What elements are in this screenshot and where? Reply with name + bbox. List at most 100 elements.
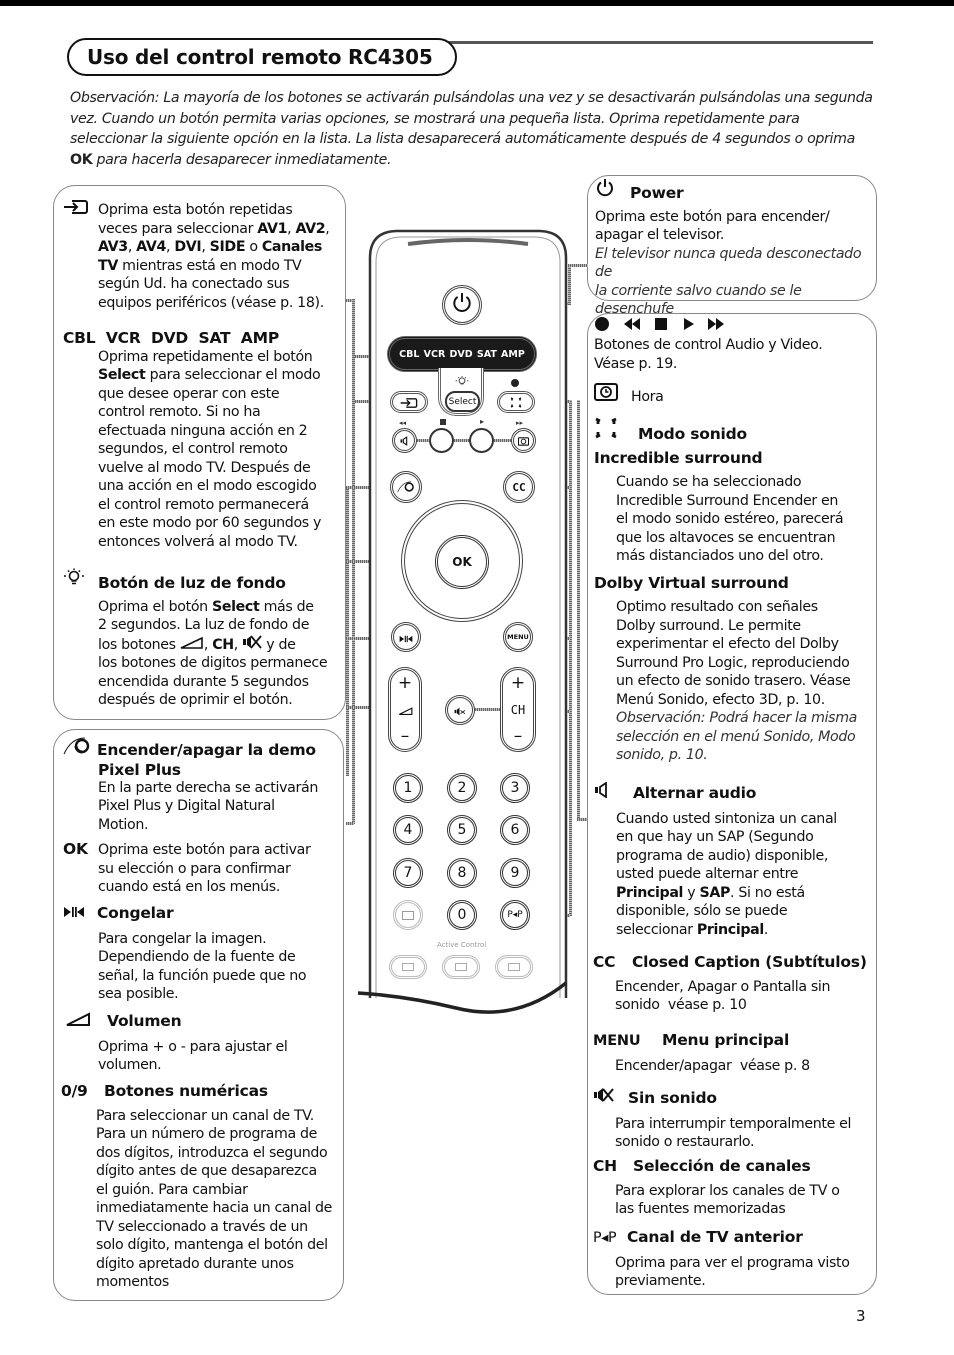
channel-down-button[interactable]: – [514, 727, 523, 745]
speaker-icon [594, 781, 633, 804]
remote-digit-4[interactable]: 4 [393, 815, 423, 845]
freeze-icon [399, 628, 413, 647]
remote-play-button[interactable] [469, 428, 494, 453]
freeze-icon [63, 905, 97, 924]
remote-pip-button[interactable] [393, 900, 423, 930]
picture-format-icon [508, 963, 520, 971]
remote-digit-7[interactable]: 7 [393, 858, 423, 888]
mute-icon [593, 1087, 628, 1109]
power-icon [595, 178, 630, 204]
connector-line [346, 486, 349, 776]
sound-mode-icon [594, 417, 638, 445]
mode-sat[interactable]: SAT [477, 349, 497, 360]
connector-line [346, 822, 354, 825]
remote-digit-6[interactable]: 6 [500, 815, 530, 845]
remote-power-button[interactable] [442, 285, 482, 325]
connector-line [577, 818, 587, 821]
section-av-input: Oprima esta botón repetidas veces para s… [63, 200, 345, 312]
volume-icon [63, 1012, 107, 1032]
clock-icon [517, 431, 530, 450]
section-menu: MENU Menu principal Encender/apagar véase… [593, 1031, 810, 1074]
top-border [0, 0, 954, 6]
modes-heading: CBL VCR DVD SAT AMP [63, 329, 279, 347]
section-backlight: Botón de luz de fondo Oprima el botón Se… [63, 568, 345, 710]
remote-stop-button[interactable] [429, 428, 454, 453]
remote-demo-button[interactable] [390, 471, 422, 503]
rewind-icon: ◂◂ [399, 419, 407, 427]
connector-line [454, 439, 469, 442]
section-modes: CBL VCR DVD SAT AMP Oprima repetidamente… [63, 329, 345, 551]
section-demo: Encender/apagar la demo Pixel Plus En la… [63, 737, 343, 834]
title-rule [445, 41, 873, 44]
connector-line [568, 264, 588, 267]
section-ch: CH Selección de canales Para explorar los… [593, 1157, 840, 1217]
power-icon [451, 292, 473, 318]
remote-digit-3[interactable]: 3 [500, 773, 530, 803]
speaker-icon [400, 431, 410, 450]
remote-digit-1[interactable]: 1 [393, 773, 423, 803]
remote-freeze-button[interactable] [391, 622, 421, 652]
clock-icon [594, 383, 631, 407]
input-source-icon [63, 200, 98, 220]
remote-digit-5[interactable]: 5 [447, 815, 477, 845]
section-cc: CC Closed Caption (Subtítulos) Encender, … [593, 953, 867, 1013]
pip-icon [402, 910, 414, 920]
remote-select-button[interactable]: Select [445, 391, 480, 412]
intro-note: Observación: La mayoría de los botones s… [70, 90, 873, 168]
remote-channel-rocker[interactable]: + CH – [500, 667, 536, 752]
remote-digit-2[interactable]: 2 [447, 773, 477, 803]
remote-split-screen-button[interactable] [389, 955, 427, 979]
channel-up-button[interactable]: + [511, 674, 525, 692]
connector-line [475, 708, 502, 711]
play-icon: ▸ [480, 417, 485, 426]
remote-format-button[interactable] [495, 955, 533, 979]
mode-cbl[interactable]: CBL [399, 349, 419, 360]
connector-line [494, 439, 511, 442]
volume-down-button[interactable]: – [401, 727, 410, 745]
fast-forward-icon: ▸▸ [516, 419, 524, 427]
input-source-icon [400, 393, 418, 412]
volume-up-button[interactable]: + [398, 674, 412, 692]
page-title: Uso del control remoto RC4305 [87, 45, 433, 69]
remote-clock-button[interactable] [511, 428, 536, 453]
section-volume: Volumen Oprima + o - para ajustar el vol… [63, 1012, 343, 1075]
sound-mode-icon [510, 393, 522, 412]
volume-icon [180, 636, 204, 653]
remote-previous-channel-button[interactable]: P◂P [500, 900, 530, 930]
section-sound-mode: Modo sonido Incredible surround Cuando s… [594, 417, 876, 765]
mode-dvd[interactable]: DVD [450, 349, 473, 360]
remote-mute-button[interactable] [445, 695, 475, 725]
split-screen-icon [402, 963, 414, 971]
mute-icon [454, 701, 466, 720]
active-control-icon [455, 963, 467, 971]
av-control-icons [594, 316, 876, 334]
section-ok: OK Oprima este botón para activar su elec… [63, 840, 311, 895]
mode-amp[interactable]: AMP [501, 349, 525, 360]
remote-input-button[interactable] [390, 391, 428, 413]
stop-icon [440, 419, 446, 425]
remote-mode-bar[interactable]: CBL VCR DVD SAT AMP [387, 336, 537, 372]
connector-line [577, 400, 580, 820]
remote-digit-0[interactable]: 0 [447, 900, 477, 930]
section-mute: Sin sonido Para interrumpir temporalment… [593, 1087, 877, 1152]
remote-sound-mode-button[interactable] [497, 391, 535, 413]
remote-audio-toggle-button[interactable] [392, 428, 417, 453]
connector-line [417, 439, 429, 442]
remote-digit-9[interactable]: 9 [500, 858, 530, 888]
mode-vcr[interactable]: VCR [424, 349, 446, 360]
remote-cc-button[interactable]: CC [503, 471, 535, 503]
section-pp: P◂P Canal de TV anterior Oprima para ver … [593, 1228, 850, 1289]
section-freeze: Congelar Para congelar la imagen. Depend… [63, 904, 343, 1004]
remote-ok-button[interactable]: OK [435, 535, 489, 589]
section-numeric: 0/9 Botones numéricas Para seleccionar un… [61, 1082, 333, 1290]
remote-menu-button[interactable]: MENU [503, 622, 533, 652]
mute-icon [242, 634, 262, 653]
active-control-label: Active Control [437, 941, 487, 949]
remote-active-control-button[interactable] [442, 955, 480, 979]
section-audio: Alternar audio Cuando usted sintoniza un… [594, 781, 876, 939]
remote-volume-rocker[interactable]: + – [388, 667, 422, 752]
record-dot [511, 379, 519, 387]
lightbulb-icon [63, 568, 98, 594]
pixel-plus-demo-icon [397, 478, 415, 497]
remote-digit-8[interactable]: 8 [447, 858, 477, 888]
